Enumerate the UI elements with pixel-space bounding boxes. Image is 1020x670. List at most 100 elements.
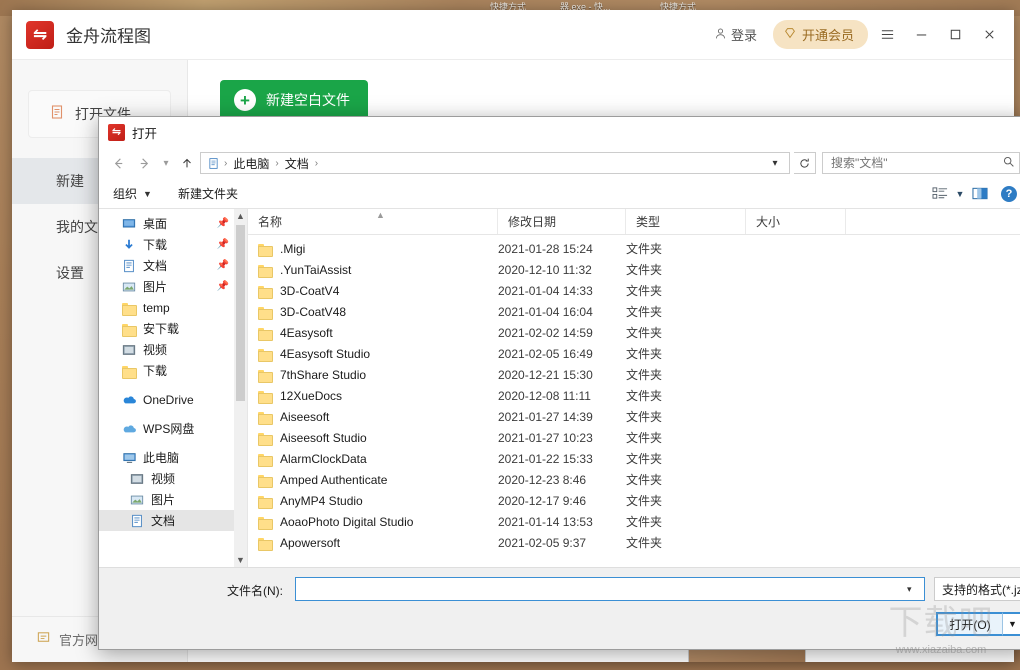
videos-icon bbox=[121, 342, 137, 358]
chevron-down-icon[interactable]: ▾ bbox=[765, 158, 785, 169]
filename-input[interactable] bbox=[295, 577, 925, 601]
search-box[interactable] bbox=[822, 152, 1020, 174]
tree-gap bbox=[99, 381, 247, 389]
pin-icon[interactable]: 📌 bbox=[217, 281, 229, 292]
places-item-pc-pictures[interactable]: 图片 bbox=[99, 489, 247, 510]
tree-gap bbox=[99, 439, 247, 447]
table-row[interactable]: Aiseesoft Studio 2021-01-27 10:23 文件夹 bbox=[248, 427, 1020, 448]
table-row[interactable]: .YunTaiAssist 2020-12-10 11:32 文件夹 bbox=[248, 259, 1020, 280]
history-dropdown-icon[interactable]: ▾ bbox=[158, 158, 174, 169]
table-row[interactable]: Aiseesoft 2021-01-27 14:39 文件夹 bbox=[248, 406, 1020, 427]
arrow-left-icon[interactable] bbox=[106, 151, 130, 175]
scroll-down-icon[interactable]: ▼ bbox=[236, 553, 245, 567]
scrollbar-thumb[interactable] bbox=[236, 225, 245, 401]
sidebar-item-label: 设置 bbox=[56, 265, 84, 281]
folder-icon bbox=[258, 327, 273, 341]
page-title: 金舟流程图 bbox=[66, 27, 151, 46]
file-type-cell: 文件夹 bbox=[626, 284, 663, 298]
places-item-this-pc[interactable]: 此电脑 bbox=[99, 447, 247, 468]
preview-pane-icon[interactable] bbox=[971, 186, 989, 201]
column-header-name[interactable]: 名称 bbox=[248, 209, 498, 234]
sidebar-scrollbar[interactable]: ▲ ▼ bbox=[234, 209, 247, 567]
column-header-date[interactable]: 修改日期 bbox=[498, 209, 626, 234]
organize-caret-icon[interactable]: ▼ bbox=[143, 189, 152, 199]
column-header-type[interactable]: 类型 bbox=[626, 209, 746, 234]
places-item-videos[interactable]: 视频 bbox=[99, 339, 247, 360]
places-item-label: 视频 bbox=[143, 343, 168, 357]
file-date-cell: 2021-01-04 14:33 bbox=[498, 283, 593, 298]
this-pc-icon bbox=[121, 450, 137, 466]
file-type-cell: 文件夹 bbox=[626, 431, 663, 445]
places-item-pc-documents[interactable]: 文档 bbox=[99, 510, 247, 531]
search-input[interactable] bbox=[831, 156, 1002, 170]
breadcrumb[interactable]: › 此电脑 › 文档 › ▾ bbox=[200, 152, 790, 174]
table-row[interactable]: 4Easysoft Studio 2021-02-05 16:49 文件夹 bbox=[248, 343, 1020, 364]
table-row[interactable]: 7thShare Studio 2020-12-21 15:30 文件夹 bbox=[248, 364, 1020, 385]
new-blank-file-button[interactable]: + 新建空白文件 bbox=[220, 80, 368, 120]
filetype-select[interactable]: 支持的格式(*.jzl;*.jzn) ▾ bbox=[934, 577, 1020, 601]
places-item-desktop[interactable]: 桌面 📌 bbox=[99, 213, 247, 234]
pictures-icon bbox=[129, 492, 145, 508]
maximize-icon[interactable] bbox=[940, 20, 970, 50]
close-icon[interactable] bbox=[974, 20, 1004, 50]
folder-icon bbox=[258, 474, 273, 488]
folder-icon bbox=[121, 300, 137, 316]
hamburger-icon[interactable] bbox=[872, 20, 902, 50]
places-item-label: WPS网盘 bbox=[143, 422, 195, 436]
view-caret-icon[interactable]: ▼ bbox=[949, 189, 971, 199]
table-row[interactable]: AoaoPhoto Digital Studio 2021-01-14 13:53… bbox=[248, 511, 1020, 532]
table-row[interactable]: Amped Authenticate 2020-12-23 8:46 文件夹 bbox=[248, 469, 1020, 490]
places-item-documents[interactable]: 文档 📌 bbox=[99, 255, 247, 276]
file-name-cell: AoaoPhoto Digital Studio bbox=[248, 515, 498, 530]
file-type-cell: 文件夹 bbox=[626, 494, 663, 508]
places-item-pictures[interactable]: 图片 📌 bbox=[99, 276, 247, 297]
open-split-dropdown[interactable]: ▼ bbox=[1002, 612, 1020, 636]
places-item-wps-cloud[interactable]: WPS网盘 bbox=[99, 418, 247, 439]
organize-button[interactable]: 组织 bbox=[113, 185, 137, 202]
minimize-icon[interactable] bbox=[906, 20, 936, 50]
help-icon[interactable]: ? bbox=[1001, 185, 1017, 202]
table-row[interactable]: 3D-CoatV4 2021-01-04 14:33 文件夹 bbox=[248, 280, 1020, 301]
column-header-size[interactable]: 大小 bbox=[746, 209, 846, 234]
pin-icon[interactable]: 📌 bbox=[217, 260, 229, 271]
file-name-cell: 3D-CoatV4 bbox=[248, 284, 498, 299]
file-name-label: .Migi bbox=[280, 241, 306, 256]
file-type-cell: 文件夹 bbox=[626, 263, 663, 277]
table-row[interactable]: .Migi 2021-01-28 15:24 文件夹 bbox=[248, 238, 1020, 259]
vip-button[interactable]: 开通会员 bbox=[772, 20, 868, 49]
pin-icon[interactable]: 📌 bbox=[217, 239, 229, 250]
file-date-cell: 2021-02-05 9:37 bbox=[498, 535, 587, 550]
table-row[interactable]: AnyMP4 Studio 2020-12-17 9:46 文件夹 bbox=[248, 490, 1020, 511]
places-item-pc-videos[interactable]: 视频 bbox=[99, 468, 247, 489]
folder-icon bbox=[258, 285, 273, 299]
refresh-icon[interactable] bbox=[794, 152, 816, 174]
places-item-temp[interactable]: temp bbox=[99, 297, 247, 318]
breadcrumb-item-this-pc[interactable]: 此电脑 bbox=[231, 155, 271, 172]
file-type-cell: 文件夹 bbox=[626, 452, 663, 466]
open-button[interactable]: 打开(O) bbox=[936, 612, 1004, 636]
filetype-value: 支持的格式(*.jzl;*.jzn) bbox=[942, 582, 1020, 597]
pin-icon[interactable]: 📌 bbox=[217, 218, 229, 229]
places-item-downloads-2[interactable]: 下载 bbox=[99, 360, 247, 381]
arrow-right-icon[interactable] bbox=[132, 151, 156, 175]
table-row[interactable]: 3D-CoatV48 2021-01-04 16:04 文件夹 bbox=[248, 301, 1020, 322]
places-item-anxiazai[interactable]: 安下载 bbox=[99, 318, 247, 339]
new-folder-button[interactable]: 新建文件夹 bbox=[178, 185, 238, 202]
table-row[interactable]: AlarmClockData 2021-01-22 15:33 文件夹 bbox=[248, 448, 1020, 469]
table-row[interactable]: Apowersoft 2021-02-05 9:37 文件夹 bbox=[248, 532, 1020, 553]
breadcrumb-separator: › bbox=[224, 157, 228, 169]
places-item-downloads[interactable]: 下载 📌 bbox=[99, 234, 247, 255]
login-button[interactable]: 登录 bbox=[708, 21, 763, 48]
places-item-label: temp bbox=[143, 300, 170, 315]
application-titlebar: ⇋ 金舟流程图 登录 开通会员 bbox=[12, 10, 1014, 60]
list-view-icon[interactable] bbox=[932, 186, 949, 201]
search-icon[interactable] bbox=[1002, 155, 1015, 171]
table-row[interactable]: 12XueDocs 2020-12-08 11:11 文件夹 bbox=[248, 385, 1020, 406]
table-row[interactable]: 4Easysoft 2021-02-02 14:59 文件夹 bbox=[248, 322, 1020, 343]
breadcrumb-item-documents[interactable]: 文档 bbox=[283, 155, 311, 172]
places-item-onedrive[interactable]: OneDrive bbox=[99, 389, 247, 410]
scroll-up-icon[interactable]: ▲ bbox=[236, 209, 245, 223]
arrow-up-icon[interactable] bbox=[176, 151, 198, 175]
file-type-cell: 文件夹 bbox=[626, 326, 663, 340]
file-name-cell: 7thShare Studio bbox=[248, 368, 498, 383]
